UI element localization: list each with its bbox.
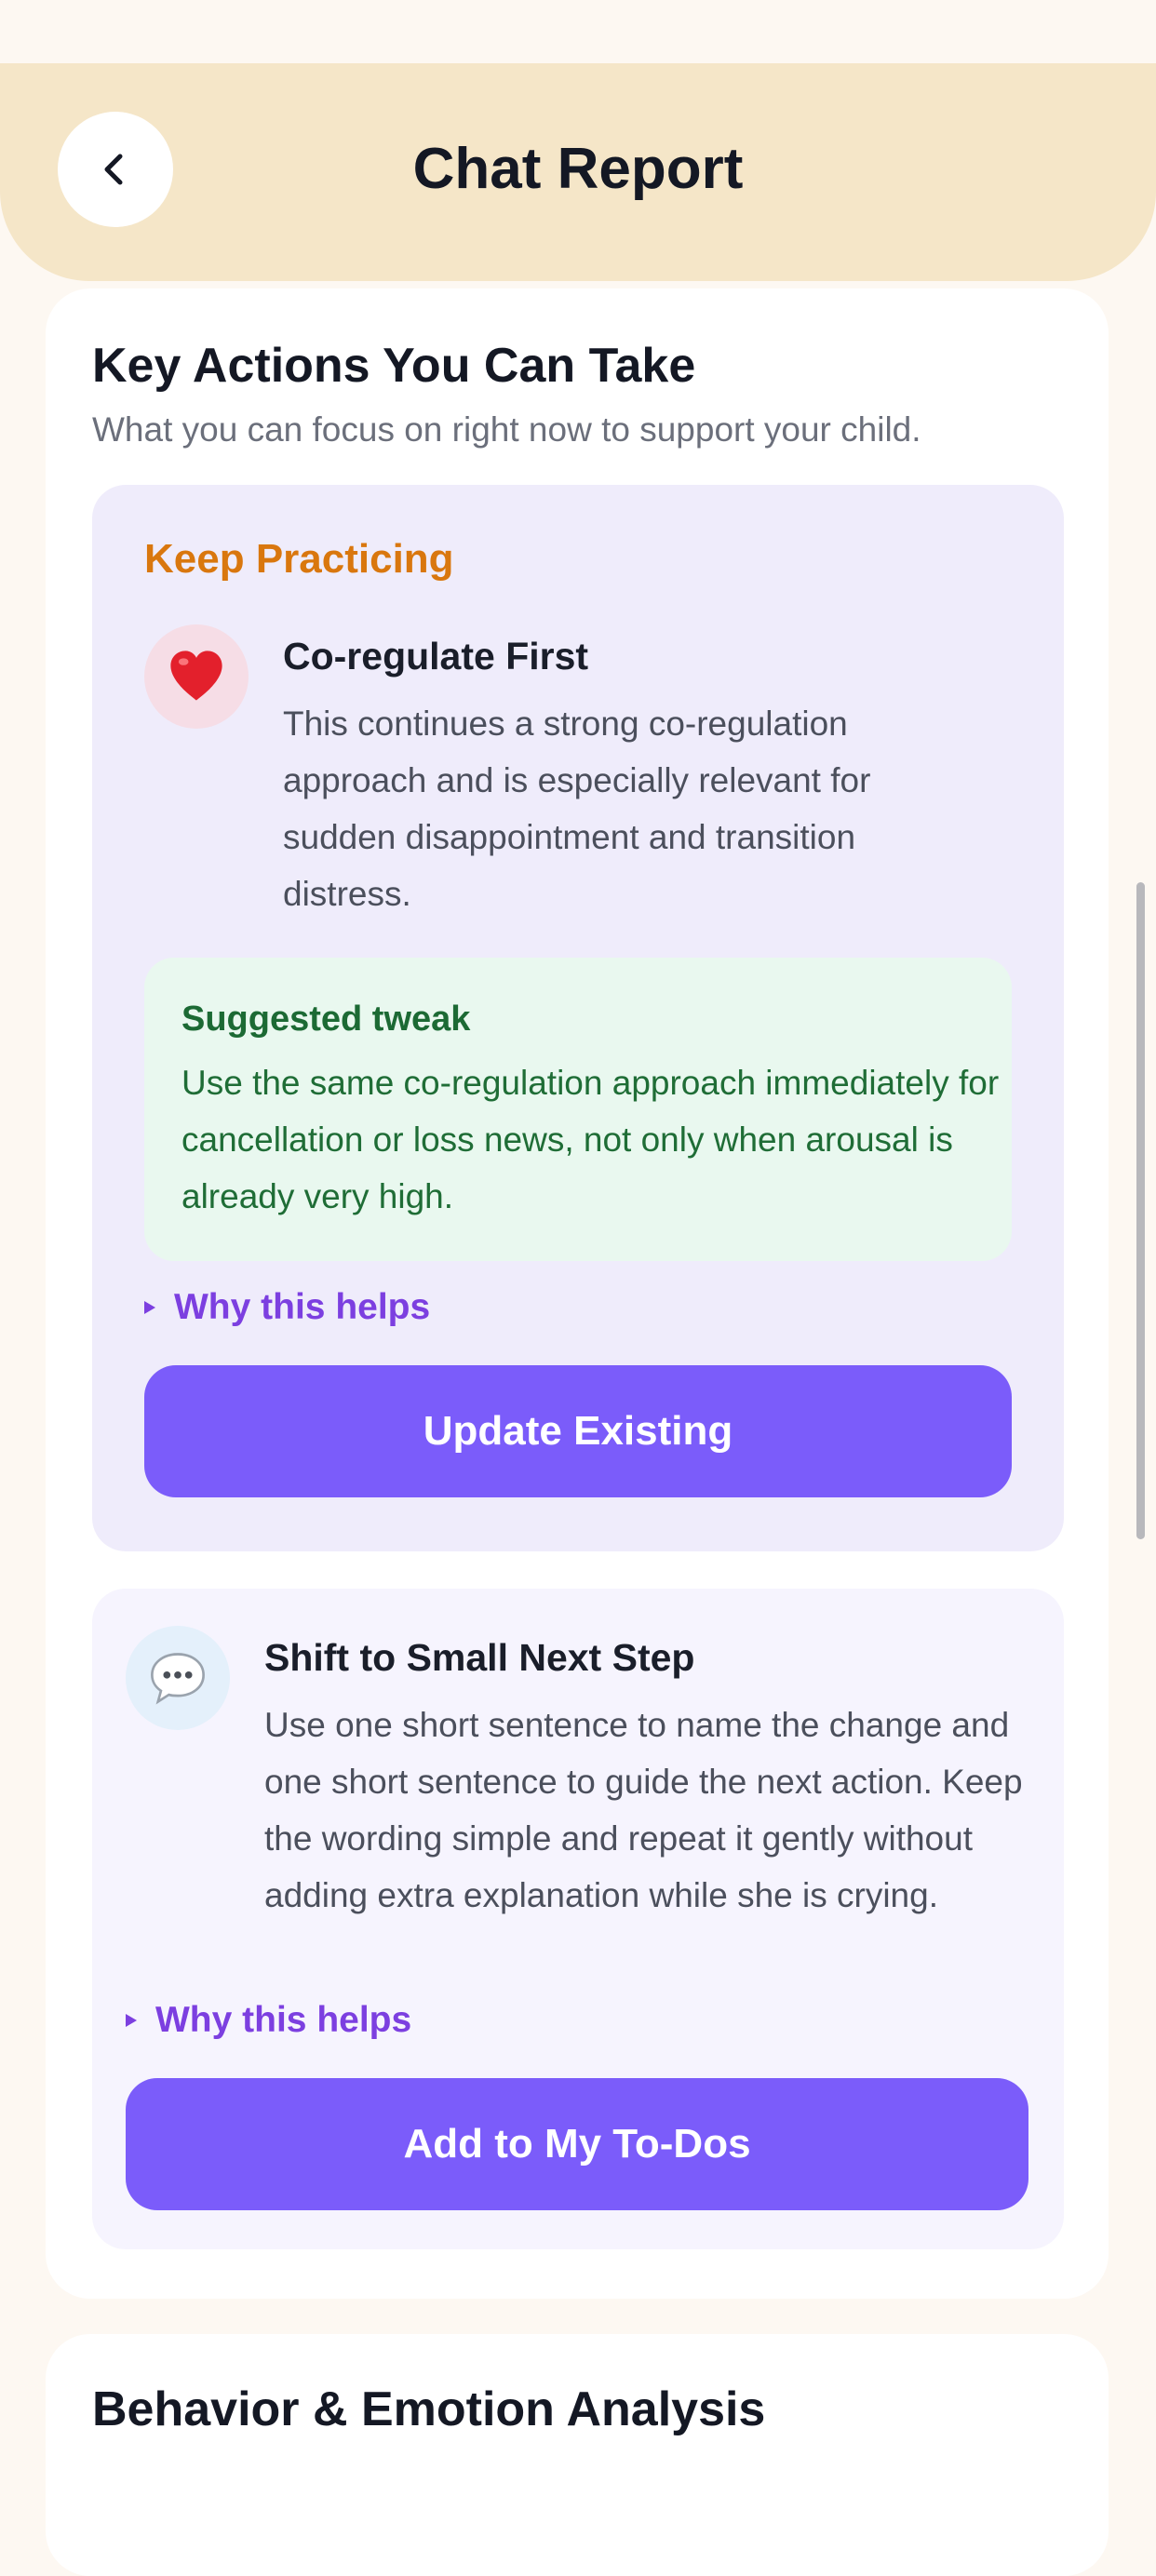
speech-bubble-icon <box>151 1653 205 1705</box>
action-card-small-next-step: Shift to Small Next Step Use one short s… <box>92 1589 1064 2249</box>
scrollbar[interactable] <box>1136 882 1145 1539</box>
action-card-co-regulate: Keep Practicing Co-regulate First This c… <box>92 485 1064 1551</box>
add-to-todos-button[interactable]: Add to My To-Dos <box>126 2078 1028 2210</box>
speech-bubble-icon-badge <box>126 1626 230 1730</box>
action-description: This continues a strong co-regulation ap… <box>283 704 871 913</box>
why-this-helps-label: Why this helps <box>155 2000 412 2040</box>
update-existing-button[interactable]: Update Existing <box>144 1365 1012 1497</box>
triangle-right-icon <box>126 2014 137 2027</box>
suggested-tweak-title: Suggested tweak <box>181 1000 471 1039</box>
header: Chat Report <box>0 63 1156 281</box>
triangle-right-icon <box>144 1301 155 1314</box>
behavior-emotion-title: Behavior & Emotion Analysis <box>92 2382 766 2436</box>
suggested-tweak-box: Suggested tweak Use the same co-regulati… <box>144 958 1012 1261</box>
why-this-helps-label: Why this helps <box>174 1287 431 1327</box>
behavior-emotion-card: Behavior & Emotion Analysis <box>46 2334 1109 2576</box>
key-actions-subtitle: What you can focus on right now to suppo… <box>92 410 921 449</box>
why-this-helps-toggle[interactable]: Why this helps <box>144 1287 430 1328</box>
action-description: Use one short sentence to name the chang… <box>264 1706 1023 1914</box>
action-title: Co-regulate First <box>283 635 589 678</box>
action-tag: Keep Practicing <box>144 536 454 582</box>
why-this-helps-toggle[interactable]: Why this helps <box>126 2000 411 2041</box>
key-actions-title: Key Actions You Can Take <box>92 339 696 393</box>
heart-icon-badge <box>144 624 249 729</box>
suggested-tweak-text: Use the same co-regulation approach imme… <box>181 1064 1000 1215</box>
key-actions-card: Key Actions You Can Take What you can fo… <box>46 288 1109 2299</box>
page-title: Chat Report <box>412 137 744 201</box>
action-title: Shift to Small Next Step <box>264 1636 695 1679</box>
heart-icon <box>170 651 222 701</box>
